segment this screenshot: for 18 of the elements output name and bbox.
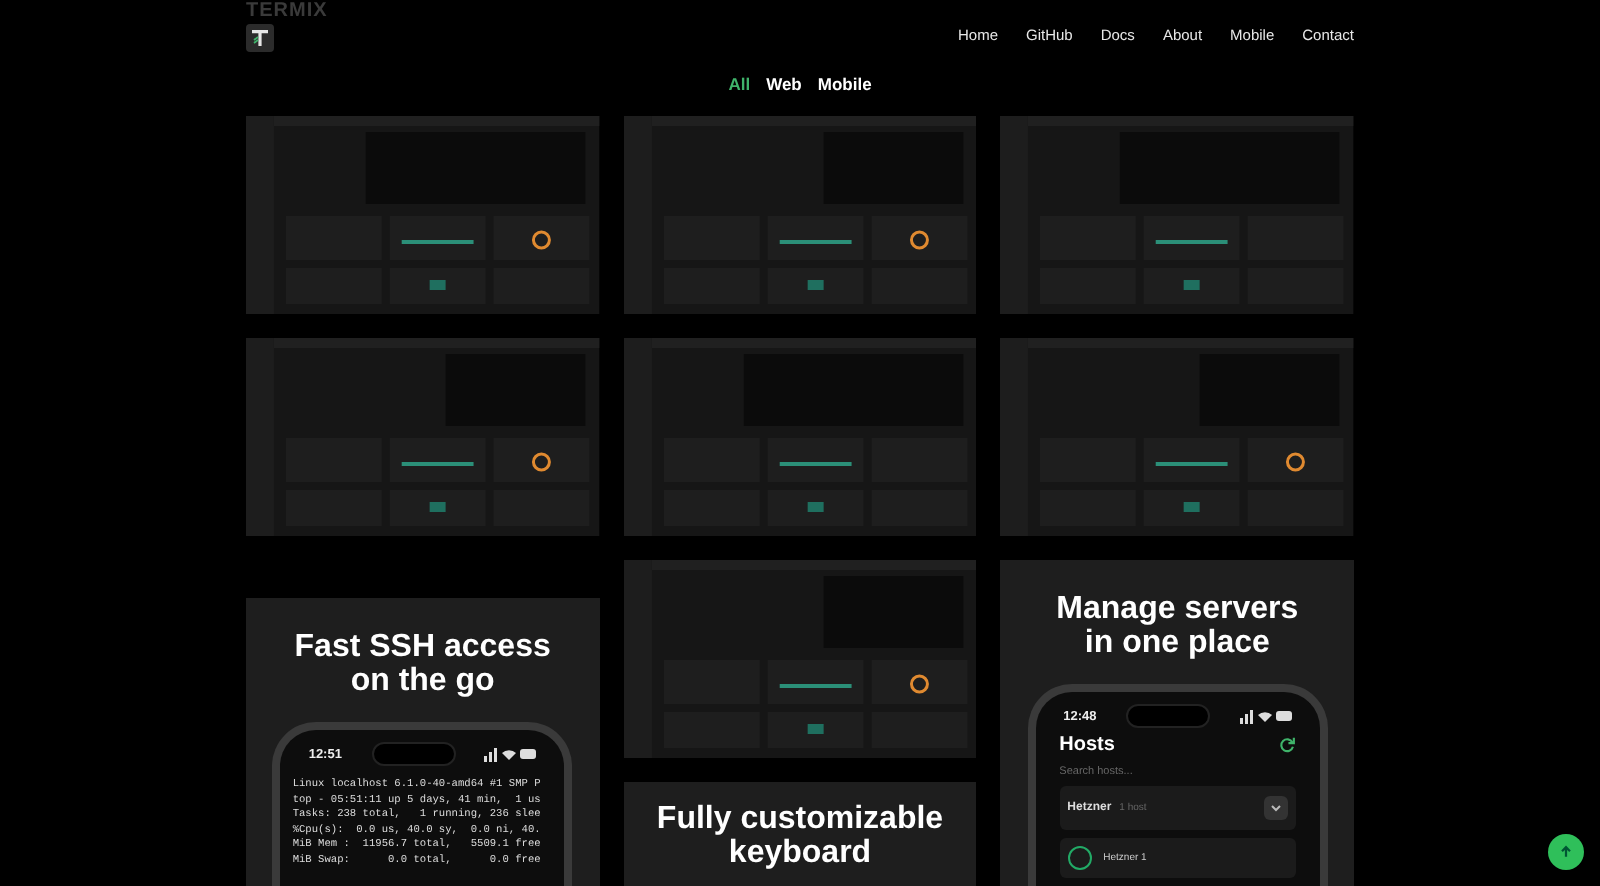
dynamic-island xyxy=(1125,704,1210,728)
status-icons xyxy=(484,746,537,762)
host-status-icon xyxy=(1067,846,1092,870)
logo-text: TERMIX xyxy=(246,0,328,22)
refresh-icon[interactable] xyxy=(1277,736,1296,754)
filter-tab[interactable]: Mobile xyxy=(817,72,872,96)
scroll-top-button[interactable] xyxy=(1548,834,1584,870)
chevron-icon[interactable] xyxy=(1263,796,1288,820)
card-title: Manage servers in one place xyxy=(1054,592,1301,660)
filter-tab[interactable]: All xyxy=(728,72,751,96)
screen-title: Hosts xyxy=(1059,734,1115,756)
status-icons xyxy=(1239,708,1292,724)
arrow-up-icon xyxy=(1558,844,1574,860)
card-title: Fast SSH access on the go xyxy=(292,630,553,698)
dynamic-island xyxy=(371,742,456,766)
card-title: Fully customizable keyboard xyxy=(654,802,946,870)
logo-icon[interactable] xyxy=(246,24,274,52)
filter-tab[interactable]: Web xyxy=(766,72,802,96)
